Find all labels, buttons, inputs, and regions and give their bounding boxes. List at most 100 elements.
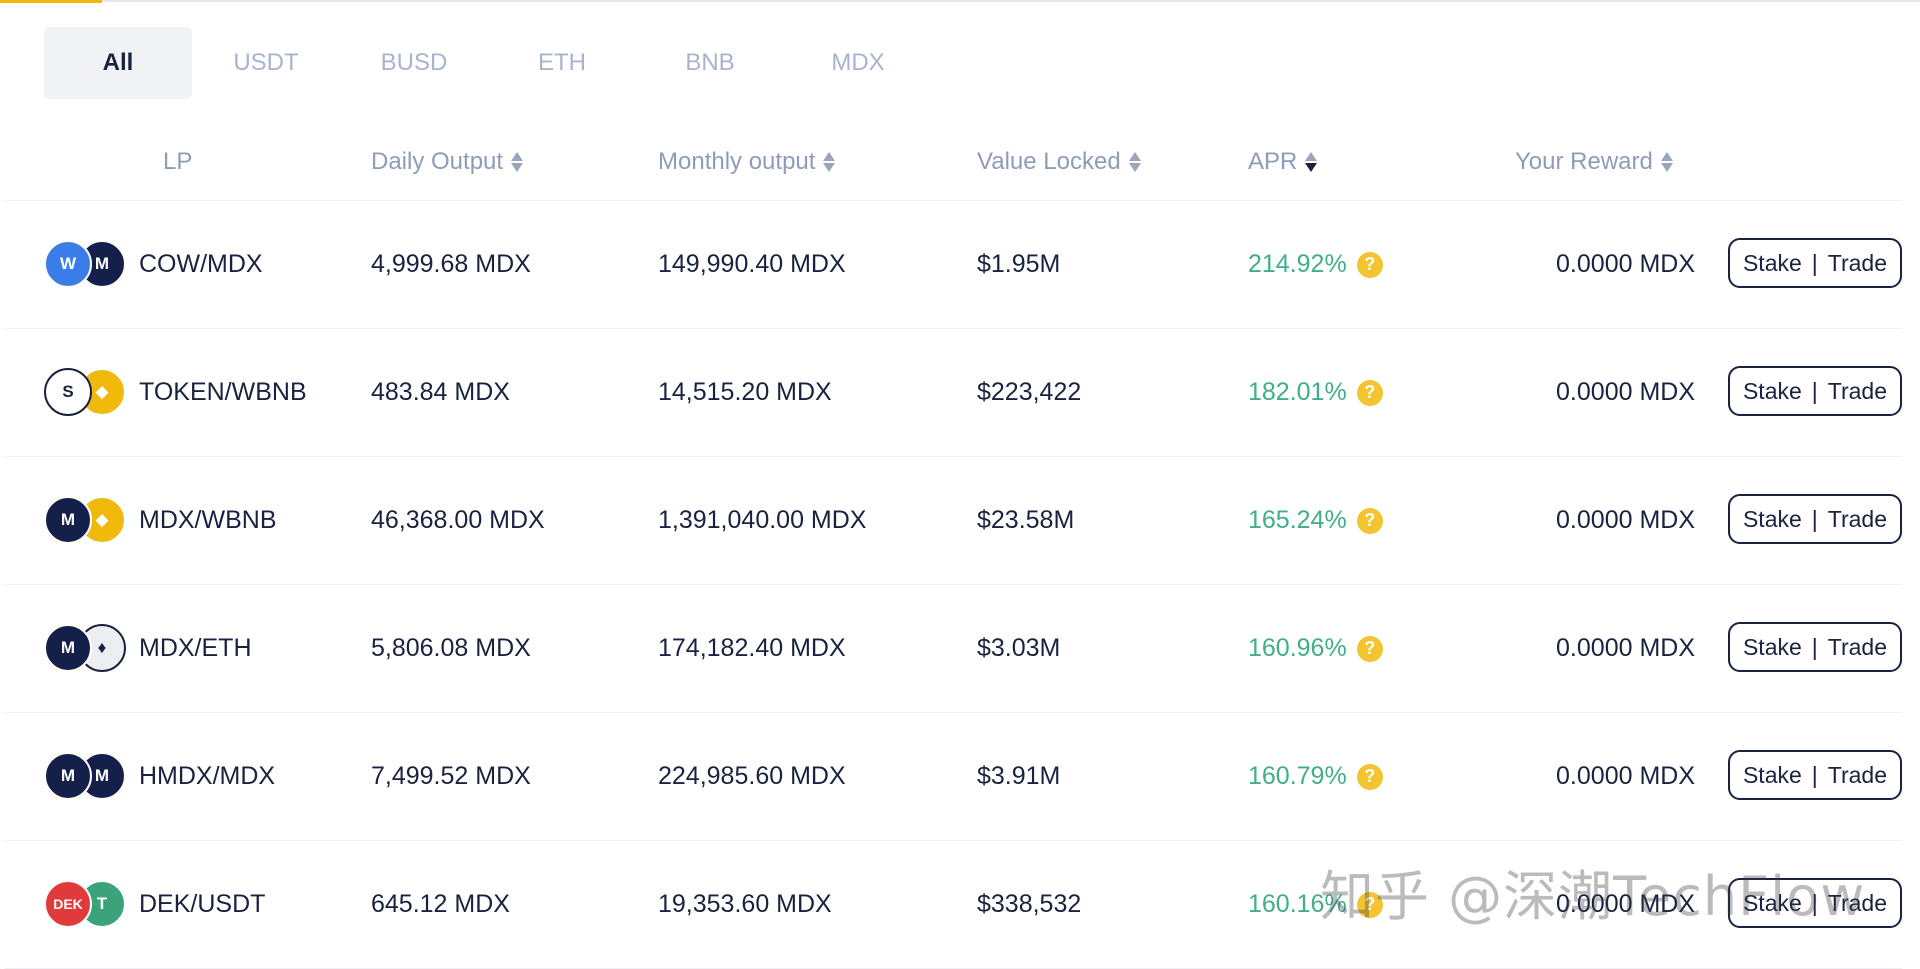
trade-link[interactable]: Trade [1828,634,1887,661]
column-header-daily-output[interactable]: Daily Output [371,148,524,176]
sort-icon [511,152,524,172]
pair-icons: S ◆ [44,368,128,418]
apr-value: 160.79% [1248,762,1347,790]
column-header-monthly-output-label: Monthly output [658,148,816,175]
sort-icon [1305,152,1318,172]
column-header-lp: LP [163,148,192,176]
help-icon[interactable]: ? [1356,379,1383,406]
daily-output: 46,368.00 MDX [371,506,545,534]
column-header-your-reward-label: Your Reward [1515,148,1653,175]
column-header-value-locked-label: Value Locked [977,148,1121,175]
token-a-icon: M [44,752,92,800]
stake-trade-button[interactable]: Stake | Trade [1728,494,1902,544]
column-header-your-reward[interactable]: Your Reward [1515,148,1673,176]
daily-output: 5,806.08 MDX [371,634,531,662]
value-locked: $23.58M [977,506,1075,534]
column-header-monthly-output[interactable]: Monthly output [658,148,836,176]
table-row: W M COW/MDX 4,999.68 MDX 149,990.40 MDX … [5,201,1902,329]
action-separator: | [1811,505,1818,532]
daily-output: 645.12 MDX [371,890,510,918]
value-locked: $1.95M [977,250,1061,278]
pair-icons: M ♦ [44,624,128,674]
sort-icon [823,152,836,172]
tab-all[interactable]: All [44,27,192,99]
stake-link[interactable]: Stake [1743,378,1802,405]
your-reward: 0.0000 MDX [1556,506,1695,534]
tab-eth[interactable]: ETH [488,27,636,99]
table-header: LP Daily Output Monthly output Value Loc… [5,130,1902,201]
stake-link[interactable]: Stake [1743,634,1802,661]
apr-value: 160.96% [1248,634,1347,662]
pair-name: DEK/USDT [139,890,266,918]
apr-cell: 165.24% ? [1248,457,1383,584]
table-row: M ♦ MDX/ETH 5,806.08 MDX 174,182.40 MDX … [5,585,1902,713]
stake-trade-button[interactable]: Stake | Trade [1728,238,1902,288]
stake-link[interactable]: Stake [1743,506,1802,533]
apr-cell: 160.79% ? [1248,713,1383,840]
token-a-icon: DEK [44,880,92,928]
action-separator: | [1811,761,1818,788]
sort-icon [1128,152,1141,172]
value-locked: $338,532 [977,890,1082,918]
apr-value: 182.01% [1248,378,1347,406]
monthly-output: 1,391,040.00 MDX [658,506,867,534]
filter-tabs: All USDT BUSD ETH BNB MDX [44,27,932,99]
tab-bnb[interactable]: BNB [636,27,784,99]
tab-usdt[interactable]: USDT [192,27,340,99]
pair-name: MDX/ETH [139,634,252,662]
column-header-apr[interactable]: APR [1248,148,1318,176]
stake-trade-button[interactable]: Stake | Trade [1728,622,1902,672]
monthly-output: 224,985.60 MDX [658,762,846,790]
pair-name: TOKEN/WBNB [139,378,307,406]
pair-icons: DEK T [44,880,128,930]
value-locked: $3.03M [977,634,1061,662]
stake-trade-button[interactable]: Stake | Trade [1728,366,1902,416]
daily-output: 4,999.68 MDX [371,250,531,278]
pair-name: MDX/WBNB [139,506,277,534]
apr-cell: 160.96% ? [1248,585,1383,712]
column-header-daily-output-label: Daily Output [371,148,504,175]
stake-trade-button[interactable]: Stake | Trade [1728,750,1902,800]
column-header-apr-label: APR [1248,148,1298,175]
monthly-output: 14,515.20 MDX [658,378,832,406]
top-accent-bar [0,0,102,3]
column-header-value-locked[interactable]: Value Locked [977,148,1141,176]
value-locked: $223,422 [977,378,1082,406]
help-icon[interactable]: ? [1356,507,1383,534]
trade-link[interactable]: Trade [1828,506,1887,533]
apr-value: 165.24% [1248,506,1347,534]
trade-link[interactable]: Trade [1828,762,1887,789]
pair-name: HMDX/MDX [139,762,276,790]
daily-output: 7,499.52 MDX [371,762,531,790]
help-icon[interactable]: ? [1356,635,1383,662]
daily-output: 483.84 MDX [371,378,510,406]
stake-link[interactable]: Stake [1743,250,1802,277]
monthly-output: 19,353.60 MDX [658,890,832,918]
pair-icons: M M [44,752,128,802]
tab-busd[interactable]: BUSD [340,27,488,99]
sort-icon [1660,152,1673,172]
table-row: M ◆ MDX/WBNB 46,368.00 MDX 1,391,040.00 … [5,457,1902,585]
table-row: M M HMDX/MDX 7,499.52 MDX 224,985.60 MDX… [5,713,1902,841]
pair-name: COW/MDX [139,250,263,278]
pair-icons: M ◆ [44,496,128,546]
table-row: S ◆ TOKEN/WBNB 483.84 MDX 14,515.20 MDX … [5,329,1902,457]
your-reward: 0.0000 MDX [1556,634,1695,662]
value-locked: $3.91M [977,762,1061,790]
your-reward: 0.0000 MDX [1556,250,1695,278]
stake-link[interactable]: Stake [1743,762,1802,789]
apr-cell: 214.92% ? [1248,201,1383,328]
help-icon[interactable]: ? [1356,251,1383,278]
token-a-icon: M [44,496,92,544]
help-icon[interactable]: ? [1356,763,1383,790]
apr-value: 214.92% [1248,250,1347,278]
top-border [0,0,1920,2]
monthly-output: 174,182.40 MDX [658,634,846,662]
trade-link[interactable]: Trade [1828,378,1887,405]
column-header-lp-label: LP [163,148,193,175]
tab-mdx[interactable]: MDX [784,27,932,99]
action-separator: | [1811,633,1818,660]
your-reward: 0.0000 MDX [1556,378,1695,406]
trade-link[interactable]: Trade [1828,250,1887,277]
action-separator: | [1811,377,1818,404]
